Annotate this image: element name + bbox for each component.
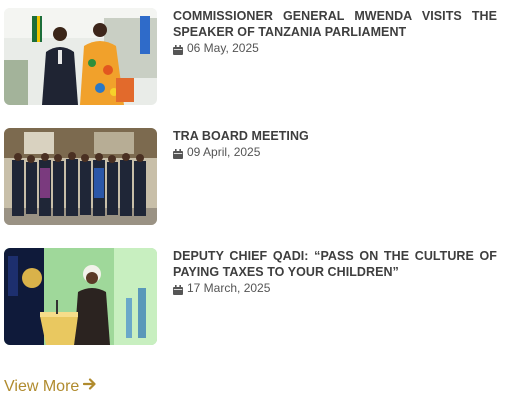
calendar-icon	[173, 43, 183, 55]
news-thumbnail-qadi-speech[interactable]	[4, 248, 157, 345]
qadi-speech-photo	[4, 248, 157, 345]
news-date-text: 17 March, 2025	[187, 281, 271, 295]
arrow-right-icon	[83, 377, 97, 397]
news-date: 17 March, 2025	[173, 280, 497, 296]
news-thumbnail-board-meeting[interactable]	[4, 128, 157, 225]
news-date-text: 06 May, 2025	[187, 41, 259, 55]
view-more-link[interactable]: View More	[4, 377, 97, 397]
news-date: 09 April, 2025	[173, 144, 497, 160]
board-meeting-photo	[4, 128, 157, 225]
calendar-icon	[173, 147, 183, 159]
view-more-label: View More	[4, 378, 80, 395]
news-title[interactable]: TRA BOARD MEETING	[173, 128, 497, 144]
speaker-visit-photo	[4, 8, 157, 105]
calendar-icon	[173, 283, 183, 295]
news-title[interactable]: DEPUTY CHIEF QADI: “PASS ON THE CULTURE …	[173, 248, 497, 280]
news-title[interactable]: COMMISSIONER GENERAL MWENDA VISITS THE S…	[173, 8, 497, 40]
news-item[interactable]: DEPUTY CHIEF QADI: “PASS ON THE CULTURE …	[4, 248, 498, 345]
news-item[interactable]: TRA BOARD MEETING 09 April, 2025	[4, 128, 498, 225]
news-date: 06 May, 2025	[173, 40, 497, 56]
news-date-text: 09 April, 2025	[187, 145, 261, 159]
news-item[interactable]: COMMISSIONER GENERAL MWENDA VISITS THE S…	[4, 8, 498, 105]
news-thumbnail-speaker-visit[interactable]	[4, 8, 157, 105]
